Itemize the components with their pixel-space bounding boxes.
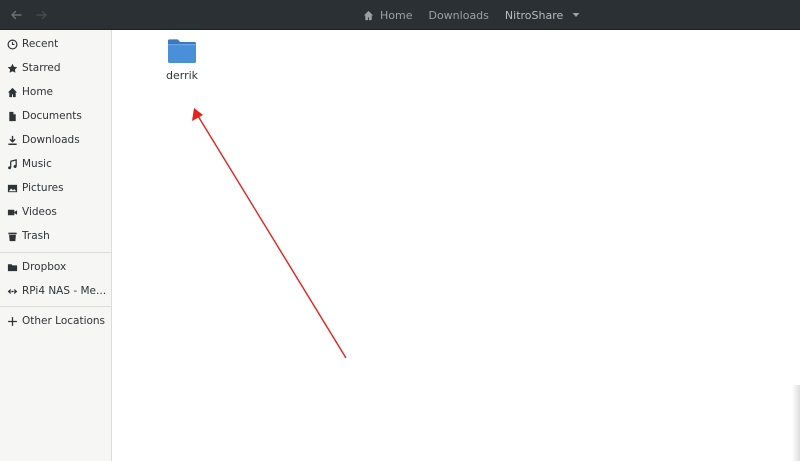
sidebar-item-label: Music [22, 158, 52, 170]
arrow-left-icon [11, 10, 22, 20]
sidebar-item-nas[interactable]: RPi4 NAS - Me... [0, 280, 111, 302]
home-icon [363, 10, 374, 20]
download-icon [7, 135, 18, 146]
home-icon [7, 87, 18, 98]
file-view: derrik [112, 30, 800, 461]
sidebar-item-dropbox[interactable]: Dropbox [0, 256, 111, 278]
folder-icon [168, 39, 196, 63]
breadcrumb-label: Home [380, 8, 413, 22]
breadcrumb-nitroshare[interactable]: NitroShare [497, 0, 588, 30]
sidebar-item-label: Home [22, 86, 54, 98]
sidebar: Recent Starred Home Documents Downloads … [0, 30, 112, 461]
music-icon [7, 158, 18, 170]
annotation-arrow [192, 108, 347, 359]
sidebar-item-starred[interactable]: Starred [0, 57, 111, 79]
folder-name: derrik [165, 69, 199, 82]
sidebar-item-other-locations[interactable]: Other Locations [0, 310, 111, 332]
breadcrumb-label: Downloads [428, 8, 489, 22]
sidebar-item-documents[interactable]: Documents [0, 105, 111, 127]
breadcrumb-downloads[interactable]: Downloads [420, 0, 496, 30]
network-share-icon [7, 286, 18, 297]
sidebar-item-home[interactable]: Home [0, 81, 111, 103]
sidebar-item-label: Documents [22, 110, 82, 122]
forward-button[interactable] [31, 5, 53, 25]
clock-icon [7, 39, 18, 50]
sidebar-item-label: RPi4 NAS - Me... [22, 285, 107, 297]
sidebar-item-label: Other Locations [22, 315, 106, 327]
document-icon [7, 111, 18, 122]
window-edge-shadow [792, 385, 800, 461]
sidebar-item-label: Dropbox [22, 261, 67, 273]
chevron-down-icon[interactable] [572, 11, 580, 19]
star-icon [7, 63, 18, 74]
sidebar-item-recent[interactable]: Recent [0, 33, 111, 55]
folder-item[interactable]: derrik [160, 36, 204, 86]
sidebar-item-downloads[interactable]: Downloads [0, 129, 111, 151]
sidebar-item-music[interactable]: Music [0, 153, 111, 175]
plus-icon [7, 316, 18, 327]
sidebar-item-label: Starred [22, 62, 61, 74]
sidebar-item-label: Videos [22, 206, 57, 218]
sidebar-item-pictures[interactable]: Pictures [0, 177, 111, 199]
video-icon [7, 207, 18, 218]
sidebar-item-trash[interactable]: Trash [0, 225, 111, 247]
sidebar-item-label: Pictures [22, 182, 64, 194]
sidebar-item-label: Trash [22, 230, 50, 242]
picture-icon [7, 183, 18, 194]
breadcrumb-home[interactable]: Home [355, 0, 420, 30]
header-bar: Home Downloads NitroShare [0, 0, 800, 30]
arrow-right-icon [36, 10, 47, 20]
trash-icon [7, 231, 18, 242]
sidebar-item-videos[interactable]: Videos [0, 201, 111, 223]
sidebar-item-label: Recent [22, 38, 59, 50]
path-bar: Home Downloads NitroShare [355, 0, 588, 30]
back-button[interactable] [5, 5, 27, 25]
sidebar-separator [0, 306, 111, 307]
sidebar-separator [0, 252, 111, 253]
sidebar-item-label: Downloads [22, 134, 80, 146]
breadcrumb-label: NitroShare [504, 8, 564, 22]
folder-icon [7, 262, 18, 273]
